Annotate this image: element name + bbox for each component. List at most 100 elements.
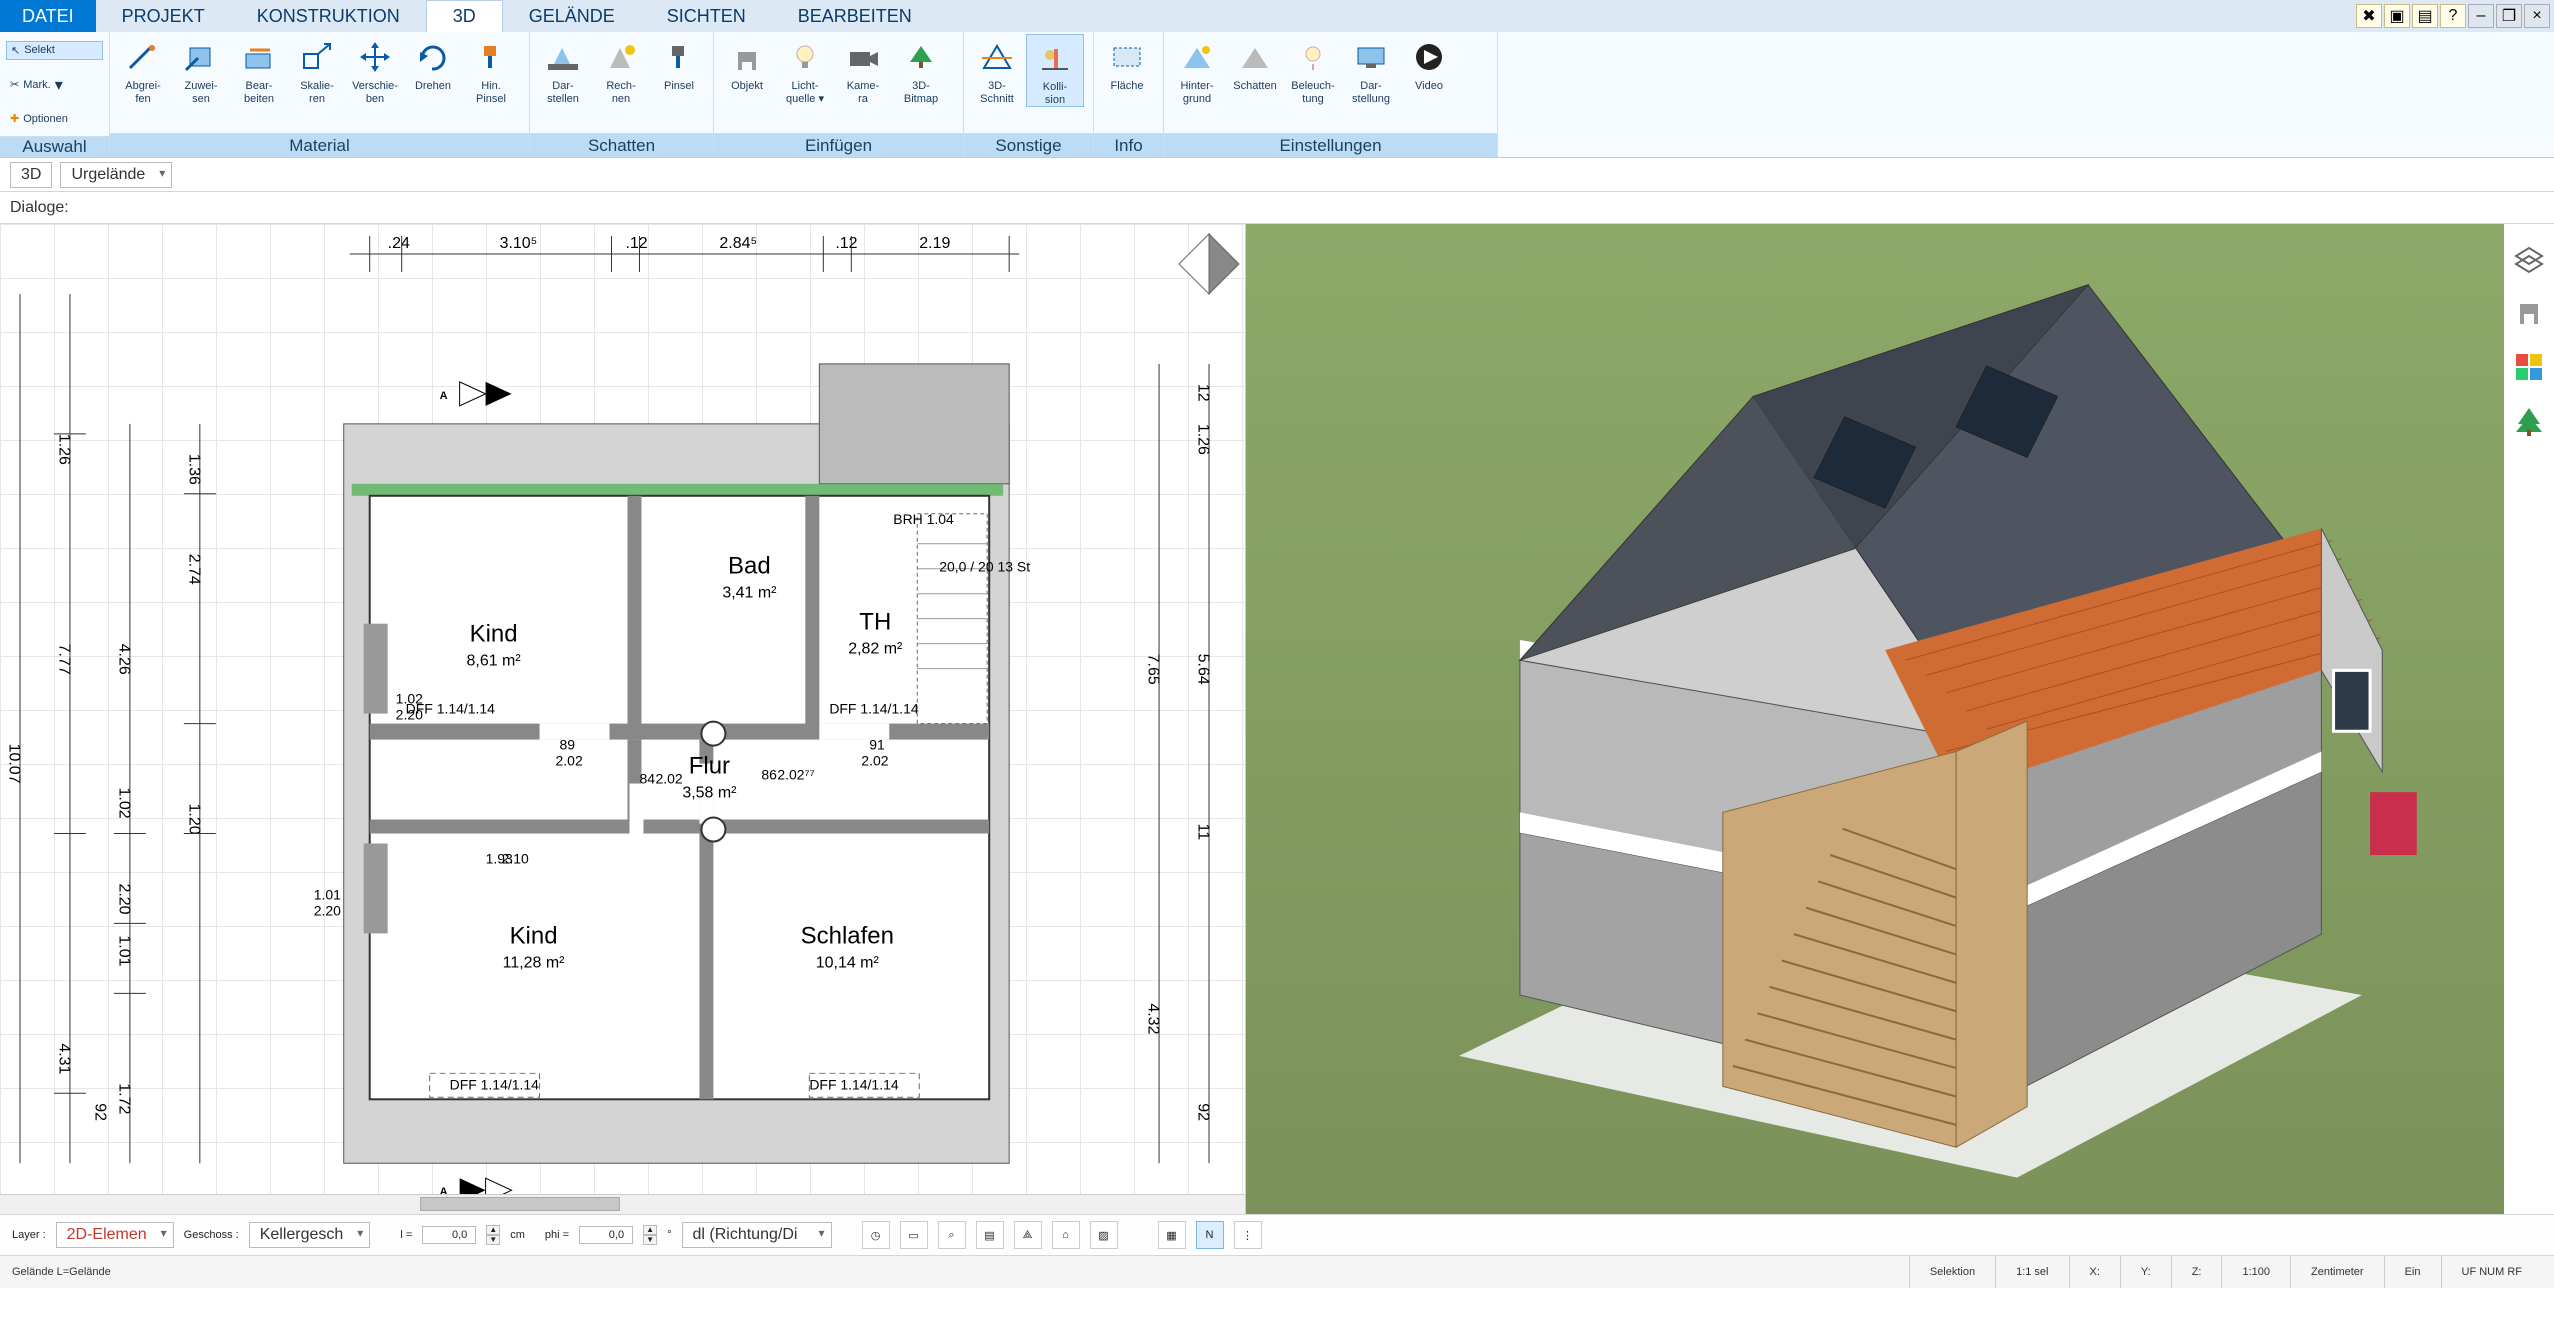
ribbon-flaeche-button[interactable]: Fläche <box>1098 34 1156 93</box>
ribbon-hintergrund-button[interactable]: Hinter-grund <box>1168 34 1226 105</box>
scrollbar-thumb[interactable] <box>420 1197 620 1211</box>
geschoss-combo[interactable]: Kellergesch <box>249 1222 371 1248</box>
menu-tab-gelaende[interactable]: GELÄNDE <box>503 0 641 32</box>
settings-icon[interactable]: ✖ <box>2356 4 2382 28</box>
terrain-combo[interactable]: Urgelände <box>60 162 172 188</box>
skalieren-icon <box>296 38 338 76</box>
maximize-icon[interactable]: ❐ <box>2496 4 2522 28</box>
camera-icon[interactable]: ⌕ <box>938 1221 966 1249</box>
grid-toggle-icon[interactable]: ▦ <box>1158 1221 1186 1249</box>
ribbon: ↖Selekt ✂Mark. ▾ ✚Optionen Auswahl Abgre… <box>0 32 2554 158</box>
close-icon[interactable]: × <box>2524 4 2550 28</box>
group-label-einfuegen: Einfügen <box>714 133 963 157</box>
menu-tab-datei[interactable]: DATEI <box>0 0 96 32</box>
schatten2-icon <box>1234 38 1276 76</box>
ribbon-video-button[interactable]: Video <box>1400 34 1458 93</box>
kollision-icon <box>1034 39 1076 77</box>
section-marker-top: A <box>440 382 512 406</box>
drehen-icon <box>412 38 454 76</box>
svg-text:3.10⁵: 3.10⁵ <box>500 235 538 252</box>
ribbon-darstellung-button[interactable]: Dar-stellung <box>1342 34 1400 105</box>
status-left: Gelände L=Gelände <box>12 1266 111 1278</box>
svg-text:DFF 1.14/1.14: DFF 1.14/1.14 <box>829 701 919 717</box>
svg-text:1.26: 1.26 <box>1195 424 1212 455</box>
svg-text:2.02: 2.02 <box>556 753 583 769</box>
window-icon[interactable]: ▣ <box>2384 4 2410 28</box>
darstellen-icon <box>542 38 584 76</box>
phi-spinner[interactable]: ▲▼ <box>643 1225 657 1245</box>
cursor-icon: ↖ <box>11 44 20 57</box>
layer-combo[interactable]: 2D-Elemen <box>56 1222 174 1248</box>
svg-text:1.26: 1.26 <box>55 434 72 465</box>
chair-icon[interactable] <box>2512 296 2546 330</box>
phi-input[interactable]: 0,0 <box>579 1226 633 1244</box>
ribbon-skalieren-button[interactable]: Skalie-ren <box>288 34 346 105</box>
abgreifen-icon <box>122 38 164 76</box>
monitor-icon[interactable]: ▭ <box>900 1221 928 1249</box>
l-spinner[interactable]: ▲▼ <box>486 1225 500 1245</box>
north-toggle-icon[interactable]: N <box>1196 1221 1224 1249</box>
clock-icon[interactable]: ◷ <box>862 1221 890 1249</box>
ribbon-hinpinsel-button[interactable]: Hin.Pinsel <box>462 34 520 105</box>
help-icon[interactable]: ? <box>2440 4 2466 28</box>
video-icon <box>1408 38 1450 76</box>
ribbon-rechnen-button[interactable]: Rech-nen <box>592 34 650 105</box>
3d-view-pane[interactable] <box>1246 224 2504 1214</box>
selekt-button[interactable]: ↖Selekt <box>6 41 103 60</box>
ribbon-beleuchtung-button[interactable]: Beleuch-tung <box>1284 34 1342 105</box>
ribbon-darstellen-button[interactable]: Dar-stellen <box>534 34 592 105</box>
lichtquelle-icon <box>784 38 826 76</box>
ribbon-kamera-button[interactable]: Kame-ra <box>834 34 892 105</box>
minimize-icon[interactable]: – <box>2468 4 2494 28</box>
svg-text:10,14 m²: 10,14 m² <box>816 954 880 971</box>
floorplan-pane[interactable]: .24 3.10⁵ .12 2.84⁵ .12 2.19 A <box>0 224 1246 1214</box>
view-icon-row: ◷ ▭ ⌕ ▤ ⟁ ⌂ ▨ ▦ N ⋮ <box>862 1221 1262 1249</box>
svg-text:3,58 m²: 3,58 m² <box>682 785 737 802</box>
ribbon-verschieben-button[interactable]: Verschie-ben <box>346 34 404 105</box>
svg-text:8,61 m²: 8,61 m² <box>467 653 522 670</box>
hatch-icon[interactable]: ▨ <box>1090 1221 1118 1249</box>
svg-text:TH: TH <box>859 609 891 636</box>
richtung-combo[interactable]: dl (Richtung/Di <box>682 1222 832 1248</box>
darstellung-icon <box>1350 38 1392 76</box>
ribbon-bitmap3d-button[interactable]: 3D-Bitmap <box>892 34 950 105</box>
ribbon-kollision-button[interactable]: Kolli-sion <box>1026 34 1084 107</box>
status-extras: UF NUM RF <box>2441 1256 2543 1288</box>
ribbon-zuweisen-button[interactable]: Zuwei-sen <box>172 34 230 105</box>
svg-text:11,28 m²: 11,28 m² <box>503 954 566 971</box>
horizontal-scrollbar[interactable] <box>0 1194 1245 1214</box>
menu-tab-3d[interactable]: 3D <box>426 0 503 32</box>
ribbon-lichtquelle-button[interactable]: Licht-quelle ▾ <box>776 34 834 105</box>
menu-tab-konstruktion[interactable]: KONSTRUKTION <box>231 0 426 32</box>
ribbon-abgreifen-button[interactable]: Abgrei-fen <box>114 34 172 105</box>
ribbon-schnitt3d-button[interactable]: 3D-Schnitt <box>968 34 1026 105</box>
palette-icon[interactable] <box>2512 350 2546 384</box>
roof-icon[interactable]: ⌂ <box>1052 1221 1080 1249</box>
menu-tab-bearbeiten[interactable]: BEARBEITEN <box>772 0 938 32</box>
ribbon-bearbeiten-button[interactable]: Bear-beiten <box>230 34 288 105</box>
tile-icon[interactable]: ▤ <box>2412 4 2438 28</box>
status-bar: Gelände L=Gelände Selektion 1:1 sel X: Y… <box>0 1256 2554 1288</box>
ribbon-schatten2-button[interactable]: Schatten <box>1226 34 1284 93</box>
bitmap3d-icon <box>900 38 942 76</box>
l-input[interactable]: 0,0 <box>422 1226 476 1244</box>
svg-text:3,41 m²: 3,41 m² <box>722 585 777 602</box>
menu-tab-projekt[interactable]: PROJEKT <box>96 0 231 32</box>
tree-icon[interactable] <box>2512 404 2546 438</box>
ribbon-drehen-button[interactable]: Drehen <box>404 34 462 93</box>
menu-tab-sichten[interactable]: SICHTEN <box>641 0 772 32</box>
svg-text:86: 86 <box>761 767 777 783</box>
svg-text:2.20: 2.20 <box>115 883 132 914</box>
layers-icon[interactable] <box>2512 242 2546 276</box>
left-dimensions: 10.07 4.31 7.77 1.72 1.01 2.20 1.02 4.26… <box>5 294 215 1163</box>
dialoge-bar: Dialoge: <box>0 192 2554 224</box>
angle-icon[interactable]: ⟁ <box>1014 1221 1042 1249</box>
mark-button[interactable]: ✂Mark. ▾ <box>6 73 103 97</box>
ribbon-pinsel-button[interactable]: Pinsel <box>650 34 708 93</box>
svg-text:2.10: 2.10 <box>502 850 529 866</box>
optionen-button[interactable]: ✚Optionen <box>6 110 103 127</box>
view-mode-chip[interactable]: 3D <box>10 162 52 188</box>
stack-icon[interactable]: ▤ <box>976 1221 1004 1249</box>
ribbon-objekt-button[interactable]: Objekt <box>718 34 776 93</box>
svg-text:Bad: Bad <box>728 553 771 580</box>
